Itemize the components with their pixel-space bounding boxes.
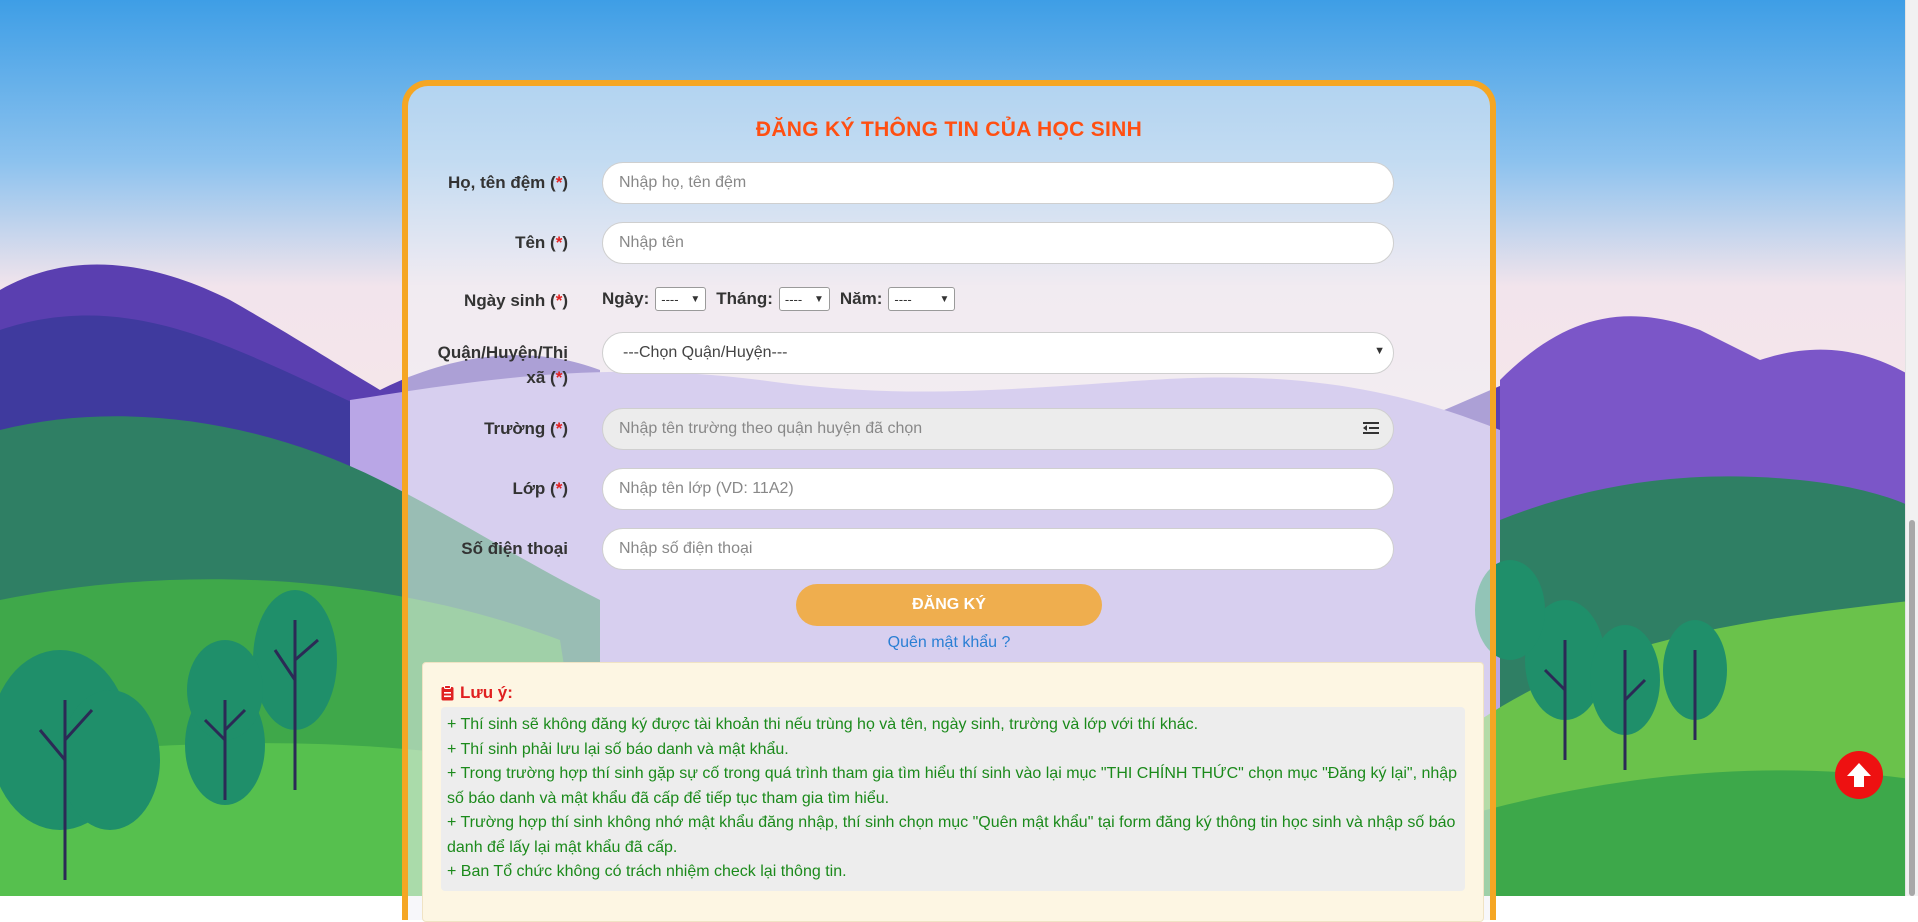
label-truong: Trường (*) [408, 416, 568, 441]
notes-list: + Thí sinh sẽ không đăng ký được tài kho… [441, 707, 1465, 891]
ten-input[interactable] [602, 222, 1394, 264]
year-select[interactable]: ---- ▼ [888, 287, 956, 311]
register-button[interactable]: ĐĂNG KÝ [796, 584, 1102, 626]
label-text: Tên [515, 233, 546, 252]
scrollbar-thumb[interactable] [1909, 520, 1915, 896]
label-text: Trường [484, 419, 546, 438]
required-mark: (*) [550, 233, 568, 252]
label-text: Lớp [512, 479, 546, 498]
label-text: Ngày sinh [464, 291, 546, 310]
month-select[interactable]: ---- ▼ [778, 287, 830, 311]
chevron-down-icon: ▼ [1374, 345, 1385, 357]
lop-input[interactable] [602, 468, 1394, 510]
page-title: ĐĂNG KÝ THÔNG TIN CỦA HỌC SINH [755, 118, 1143, 141]
note-item: + Thí sinh phải lưu lại số báo danh và m… [447, 740, 789, 758]
notes-title: Lưu ý: [460, 683, 513, 702]
chevron-down-icon: ▼ [690, 293, 701, 305]
label-lop: Lớp (*) [408, 476, 568, 501]
quan-huyen-select[interactable]: ---Chọn Quận/Huyện--- ▼ [602, 332, 1394, 374]
clipboard-icon [441, 685, 454, 701]
notes-heading: Lưu ý: [441, 683, 513, 703]
chevron-down-icon: ▼ [813, 293, 824, 305]
back-to-top-button[interactable] [1835, 751, 1883, 799]
note-item: + Thí sinh sẽ không đăng ký được tài kho… [447, 716, 1199, 733]
ho-ten-dem-input[interactable] [602, 162, 1394, 204]
quan-huyen-selected: ---Chọn Quận/Huyện--- [623, 344, 788, 361]
label-text: Họ, tên đệm [448, 173, 546, 192]
label-text: Số điện thoại [461, 539, 568, 558]
label-quan-huyen: Quận/Huyện/Thị xã (*) [408, 340, 568, 390]
month-label: Tháng: [716, 289, 773, 308]
registration-card: ĐĂNG KÝ THÔNG TIN CỦA HỌC SINH Họ, tên đ… [402, 80, 1496, 922]
note-item: + Ban Tổ chức không có trách nhiệm check… [447, 863, 847, 880]
notes-panel: Lưu ý: + Thí sinh sẽ không đăng ký được … [422, 662, 1484, 922]
required-mark: (*) [550, 368, 568, 387]
year-value: ---- [894, 291, 912, 307]
arrow-up-icon [1847, 763, 1871, 787]
day-value: ---- [661, 291, 679, 307]
forgot-password-text[interactable]: Quên mật khẩu ? [888, 634, 1011, 651]
note-item: + Trong trường hợp thí sinh gặp sự cố tr… [447, 765, 1458, 807]
forgot-password-link: Quên mật khẩu ? [408, 634, 1490, 652]
label-text-line2: xã [526, 368, 546, 387]
note-item: + Trường hợp thí sinh không nhớ mật khẩu… [447, 814, 1456, 856]
required-mark: (*) [550, 479, 568, 498]
day-label: Ngày: [602, 289, 650, 308]
label-ngay-sinh: Ngày sinh (*) [408, 288, 568, 313]
required-mark: (*) [550, 173, 568, 192]
dob-group: Ngày: ---- ▼ Tháng: ---- ▼ Năm: ---- ▼ [602, 286, 959, 312]
chevron-down-icon: ▼ [939, 293, 950, 305]
required-mark: (*) [550, 291, 568, 310]
label-so-dien-thoai: Số điện thoại [408, 536, 568, 561]
label-ho-ten-dem: Họ, tên đệm (*) [408, 170, 568, 195]
list-icon[interactable] [1362, 419, 1380, 437]
truong-input[interactable] [602, 408, 1394, 450]
day-select[interactable]: ---- ▼ [655, 287, 707, 311]
year-label: Năm: [839, 289, 883, 308]
so-dien-thoai-input[interactable] [602, 528, 1394, 570]
page-scrollbar[interactable] [1905, 0, 1918, 896]
required-mark: (*) [550, 419, 568, 438]
label-ten: Tên (*) [408, 230, 568, 255]
label-text-line1: Quận/Huyện/Thị [437, 343, 568, 362]
month-value: ---- [784, 291, 803, 307]
